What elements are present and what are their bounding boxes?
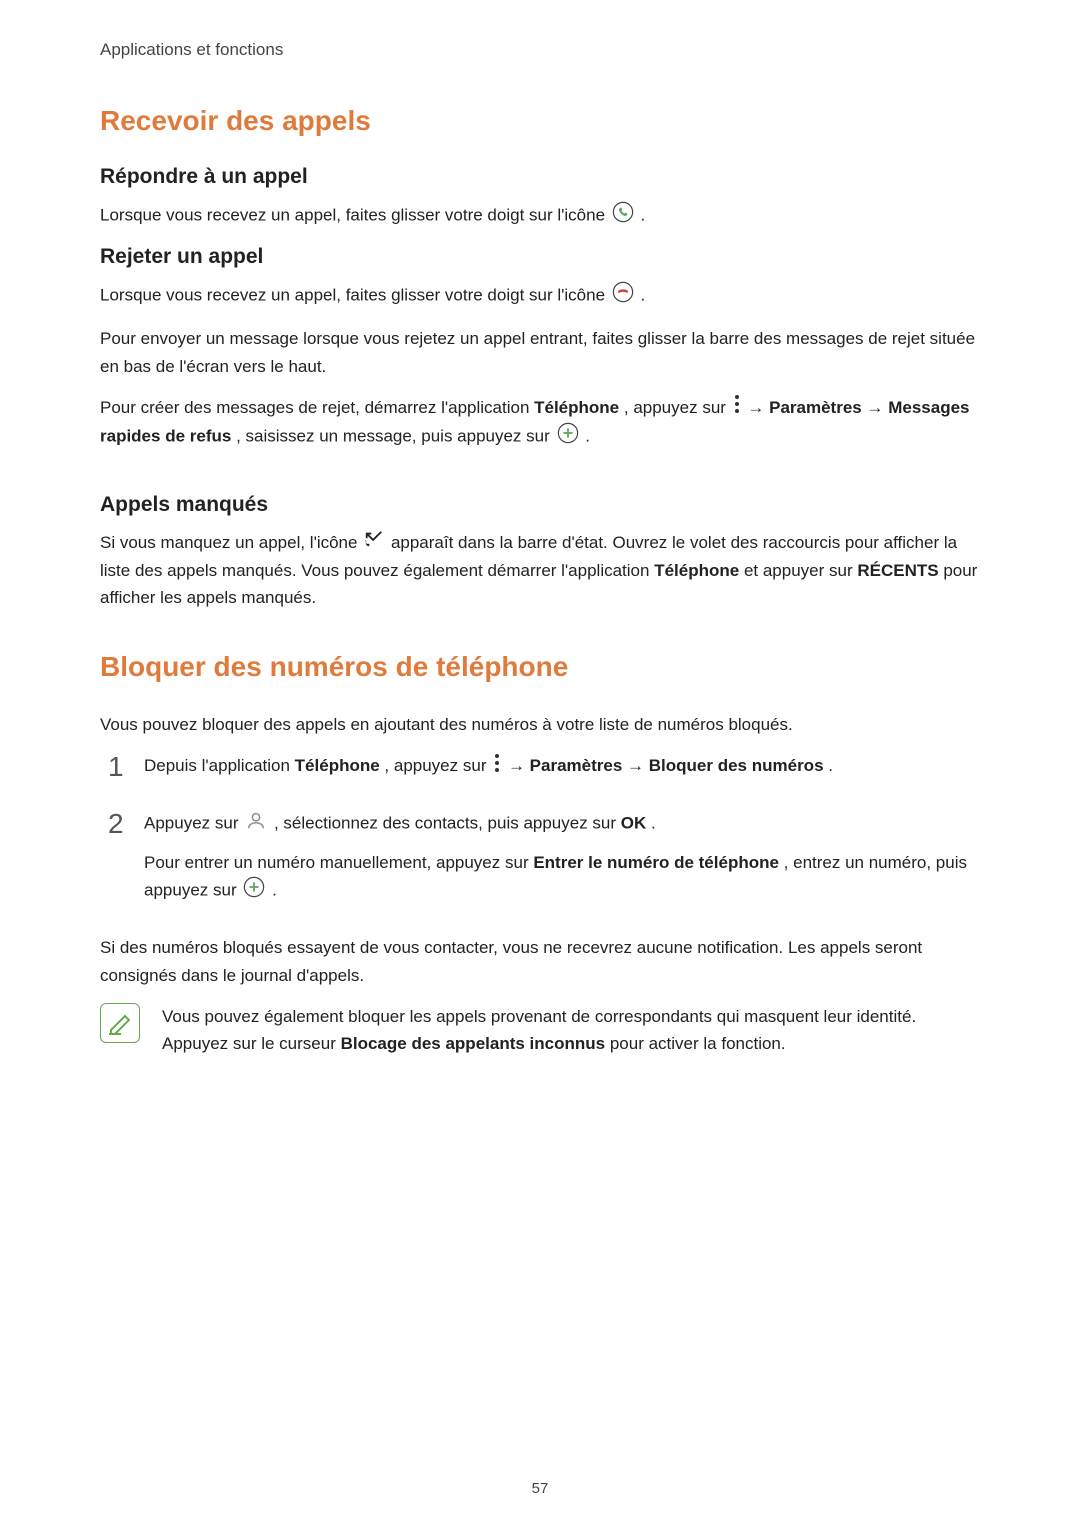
block-note-after: Si des numéros bloqués essayent de vous … [100,934,980,988]
note-body: Vous pouvez également bloquer les appels… [162,1003,980,1057]
label-block-unknown: Blocage des appelants inconnus [341,1034,606,1053]
text: → [866,398,888,417]
text: , saisissez un message, puis appuyez sur [236,427,554,446]
step-1: 1 Depuis l'application Téléphone , appuy… [100,752,980,791]
page-header: Applications et fonctions [100,40,980,60]
missed-calls-text: Si vous manquez un appel, l'icône appara… [100,529,980,611]
text: → [508,756,530,775]
label-block-numbers: Bloquer des numéros [649,756,824,775]
text: . [651,813,656,832]
create-reject-messages-text: Pour créer des messages de rejet, démarr… [100,394,980,453]
text: Lorsque vous recevez un appel, faites gl… [100,286,610,305]
phone-accept-icon [612,201,634,231]
subsection-missed-calls: Appels manqués [100,493,980,517]
label-settings: Paramètres [530,756,623,775]
answer-call-text: Lorsque vous recevez un appel, faites gl… [100,201,980,231]
page-number: 57 [0,1480,1080,1497]
app-telephone: Téléphone [534,398,619,417]
step-number: 2 [108,809,144,840]
add-plus-icon [243,876,265,906]
subsection-answer-call: Répondre à un appel [100,165,980,189]
step-body: Appuyez sur , sélectionnez des contacts,… [144,809,980,917]
text: → [747,398,769,417]
text: . [640,286,645,305]
step-number: 1 [108,752,144,783]
contact-icon [245,809,267,839]
text: , appuyez sur [624,398,731,417]
label-settings: Paramètres [769,398,862,417]
text: , sélectionnez des contacts, puis appuye… [274,813,621,832]
reject-call-text: Lorsque vous recevez un appel, faites gl… [100,281,980,311]
section-title-receive-calls: Recevoir des appels [100,105,980,137]
text: pour activer la fonction. [610,1034,786,1053]
text: et appuyer sur [744,561,857,580]
step-body: Depuis l'application Téléphone , appuyez… [144,752,980,791]
text: Pour entrer un numéro manuellement, appu… [144,853,533,872]
more-options-icon [733,394,741,422]
reject-message-text: Pour envoyer un message lorsque vous rej… [100,325,980,379]
text: → [627,756,649,775]
text: Lorsque vous recevez un appel, faites gl… [100,206,610,225]
subsection-reject-call: Rejeter un appel [100,245,980,269]
text: Depuis l'application [144,756,295,775]
label-ok: OK [621,813,647,832]
more-options-icon [493,753,501,781]
text: Appuyez sur [144,813,243,832]
text: . [640,206,645,225]
note-block-unknown: Vous pouvez également bloquer les appels… [100,1003,980,1057]
text: . [585,427,590,446]
app-telephone: Téléphone [295,756,380,775]
section-title-block-numbers: Bloquer des numéros de téléphone [100,651,980,683]
app-telephone: Téléphone [654,561,739,580]
note-icon [100,1003,140,1043]
label-enter-number: Entrer le numéro de téléphone [533,853,779,872]
missed-call-icon [364,529,384,556]
text: . [828,756,833,775]
block-intro: Vous pouvez bloquer des appels en ajouta… [100,711,980,738]
step-2: 2 Appuyez sur , sélectionnez des contact… [100,809,980,917]
phone-reject-icon [612,281,634,311]
page-content: Applications et fonctions Recevoir des a… [0,0,1080,1057]
label-recents: RÉCENTS [857,561,938,580]
text: Pour créer des messages de rejet, démarr… [100,398,534,417]
text: , appuyez sur [384,756,491,775]
text: Si vous manquez un appel, l'icône [100,533,362,552]
text: . [272,881,277,900]
add-plus-icon [557,422,579,452]
